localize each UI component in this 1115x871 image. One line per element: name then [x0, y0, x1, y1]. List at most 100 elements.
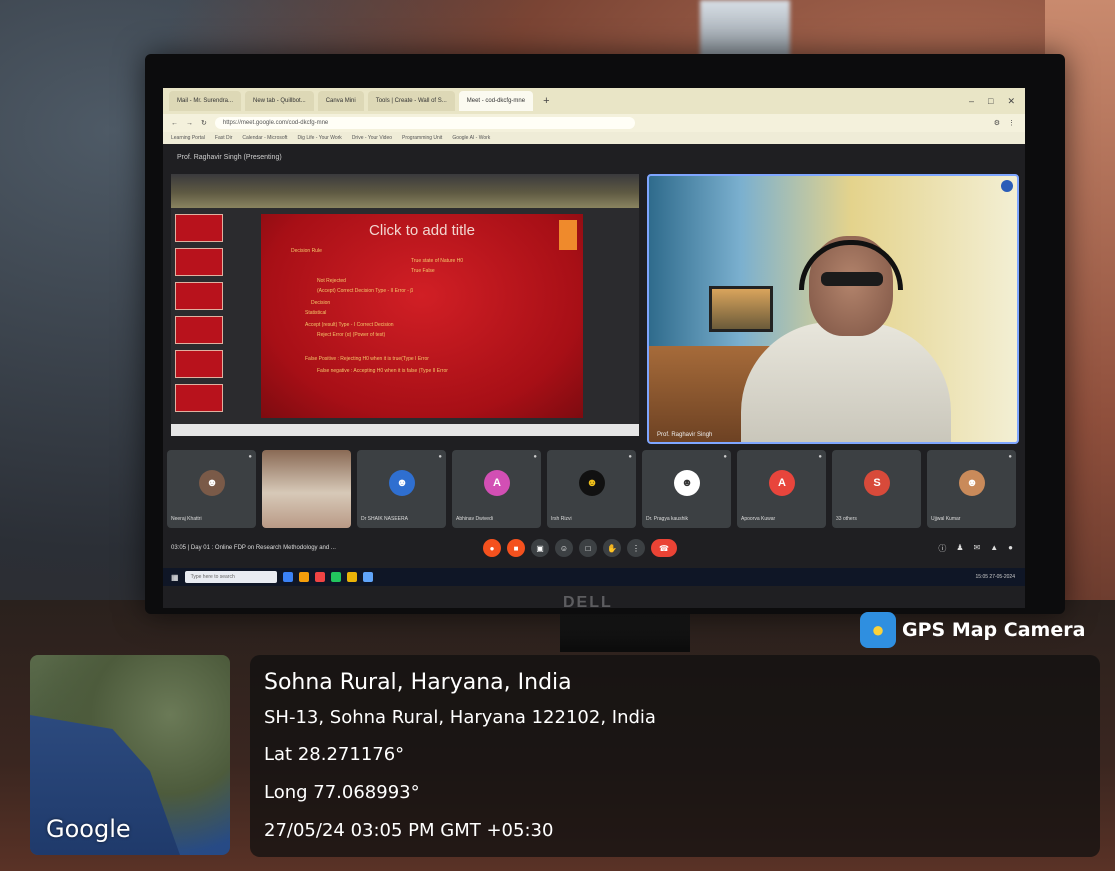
bookmark-link[interactable]: Google AI - Work — [452, 135, 490, 141]
slide-thumbnail[interactable] — [175, 316, 223, 344]
bookmark-link[interactable]: Learning Portal — [171, 135, 205, 141]
taskbar-search[interactable]: Type here to search — [184, 571, 277, 583]
back-icon[interactable]: ← — [171, 120, 178, 127]
tray-time: 15:05 — [975, 574, 989, 580]
bookmark-link[interactable]: Programming Unit — [402, 135, 442, 141]
participant-tile[interactable]: ☻ ● Dr SHAIK NASEERA — [357, 450, 446, 528]
browser-tab-active[interactable]: Meet - cod-dkcfg-mne — [458, 91, 534, 111]
explorer-icon[interactable] — [298, 572, 309, 582]
browser-tab[interactable]: Tools | Create - Wall of S... — [367, 91, 455, 111]
mic-muted-icon: ● — [818, 454, 822, 460]
extensions-icon[interactable]: ⚙ — [994, 119, 1000, 127]
activities-icon[interactable]: ▲ — [990, 543, 998, 554]
presenter-label: Prof. Raghavir Singh (Presenting) — [177, 154, 282, 161]
new-tab-button[interactable]: + — [537, 95, 555, 107]
bookmark-link[interactable]: Drive - Your Video — [352, 135, 392, 141]
participant-name: Dr. Pragya kaushik — [646, 516, 688, 522]
forward-icon[interactable]: → — [186, 120, 193, 127]
slide-title[interactable]: Click to add title — [261, 222, 583, 239]
slide-thumbnail[interactable] — [175, 282, 223, 310]
participant-tile[interactable]: A ● Apoorva Kuwar — [737, 450, 826, 528]
avatar: ☻ — [959, 470, 985, 496]
avatar: ☻ — [579, 470, 605, 496]
browser-tab[interactable]: Mail - Mr. Surendra... — [169, 91, 242, 111]
monitor-brand-logo: DELL — [563, 594, 613, 611]
close-icon[interactable]: ✕ — [1007, 96, 1015, 107]
participant-name: 33 others — [836, 516, 857, 522]
slide-text: Decision Rule — [291, 248, 322, 254]
browser-toolbar: ← → ↻ https://meet.google.com/cod-dkcfg-… — [163, 114, 1025, 132]
meeting-info: 03:05 | Day 01 : Online FDP on Research … — [171, 545, 336, 551]
windows-start-icon[interactable]: ▦ — [171, 573, 179, 582]
participant-filmstrip: ☻ ● Neeraj Khattri ☻ ● Dr SHAIK NASEERA … — [167, 450, 1021, 528]
captions-button[interactable]: ▣ — [531, 539, 549, 557]
speaker-body — [741, 322, 951, 442]
monitor: Mail - Mr. Surendra... New tab - Quillbo… — [145, 54, 1065, 614]
participant-name: Irsh Rizvi — [551, 516, 572, 522]
mic-muted-icon: ● — [1008, 454, 1012, 460]
browser-tabbar: Mail - Mr. Surendra... New tab - Quillbo… — [163, 88, 1025, 114]
browser-tab[interactable]: New tab - Quillbot... — [245, 91, 314, 111]
mic-muted-icon: ● — [533, 454, 537, 460]
ppt-ribbon — [171, 174, 639, 208]
bookmarks-bar: Learning Portal Fast Dir Calendar - Micr… — [163, 132, 1025, 144]
participant-video-tile[interactable] — [262, 450, 351, 528]
chrome-icon[interactable] — [346, 572, 357, 582]
speaking-indicator-icon — [1001, 180, 1013, 192]
maximize-icon[interactable]: □ — [988, 96, 993, 107]
app-icon[interactable] — [362, 572, 373, 582]
participant-tile[interactable]: ☻ ● Ujjwal Kumar — [927, 450, 1016, 528]
slide-text: Decision — [311, 300, 331, 306]
app-icon[interactable] — [314, 572, 325, 582]
avatar: ☻ — [389, 470, 415, 496]
app-icon[interactable] — [330, 572, 341, 582]
sunglasses — [821, 272, 883, 286]
participant-name: Ujjwal Kumar — [931, 516, 961, 522]
mic-muted-icon: ● — [438, 454, 442, 460]
slide-thumbnail[interactable] — [175, 350, 223, 378]
mic-muted-icon: ● — [723, 454, 727, 460]
more-options-button[interactable]: ⋮ — [627, 539, 645, 557]
emoji-button[interactable]: ☺ — [555, 539, 573, 557]
bookmark-link[interactable]: Fast Dir — [215, 135, 233, 141]
chat-icon[interactable]: ✉ — [974, 543, 981, 554]
slide-text: True state of Nature H0 — [411, 258, 464, 264]
call-controls: ● ■ ▣ ☺ □ ✋ ⋮ ☎ — [483, 539, 677, 557]
address-bar[interactable]: https://meet.google.com/cod-dkcfg-mne — [214, 117, 635, 129]
bookmark-link[interactable]: Dig Life - Your Work — [297, 135, 341, 141]
slide-thumbnail[interactable] — [175, 248, 223, 276]
people-icon[interactable]: ♟ — [956, 543, 963, 554]
participant-tile[interactable]: ☻ ● Dr. Pragya kaushik — [642, 450, 731, 528]
edge-icon[interactable] — [282, 572, 293, 582]
raise-hand-button[interactable]: ✋ — [603, 539, 621, 557]
participant-tile[interactable]: ☻ ● Neeraj Khattri — [167, 450, 256, 528]
ceiling-light — [700, 0, 790, 60]
camera-button[interactable]: ■ — [507, 539, 525, 557]
participant-tile[interactable]: S 33 others — [832, 450, 921, 528]
gps-address: SH-13, Sohna Rural, Haryana 122102, Indi… — [264, 707, 656, 728]
slide-thumbnail[interactable] — [175, 214, 223, 242]
speaker-video-tile[interactable]: Prof. Raghavir Singh — [647, 174, 1019, 444]
browser-tab[interactable]: Canva Mini — [317, 91, 364, 111]
slide-text: True False — [411, 268, 435, 274]
mic-muted-icon: ● — [628, 454, 632, 460]
menu-icon[interactable]: ⋮ — [1008, 119, 1025, 127]
end-call-button[interactable]: ☎ — [651, 539, 677, 557]
mic-button[interactable]: ● — [483, 539, 501, 557]
screen: Mail - Mr. Surendra... New tab - Quillbo… — [163, 88, 1025, 608]
gps-datetime: 27/05/24 03:05 PM GMT +05:30 — [264, 820, 554, 841]
tray-date: 27-05-2024 — [989, 574, 1015, 580]
lock-icon[interactable]: ● — [1008, 543, 1013, 554]
bookmark-link[interactable]: Calendar - Microsoft — [242, 135, 287, 141]
slide-thumbnail[interactable] — [175, 384, 223, 412]
reload-icon[interactable]: ↻ — [201, 119, 207, 127]
minimize-icon[interactable]: – — [969, 96, 974, 107]
speaker-name: Prof. Raghavir Singh — [657, 432, 713, 438]
slide-text: Not Rejected — [317, 278, 346, 284]
info-icon[interactable]: ⓘ — [938, 543, 946, 554]
gps-longitude: Long 77.068993° — [264, 782, 420, 803]
participant-tile[interactable]: ☻ ● Irsh Rizvi — [547, 450, 636, 528]
slide-sticky-note — [559, 220, 577, 250]
present-button[interactable]: □ — [579, 539, 597, 557]
participant-tile[interactable]: A ● Abhinav Dwivedi — [452, 450, 541, 528]
